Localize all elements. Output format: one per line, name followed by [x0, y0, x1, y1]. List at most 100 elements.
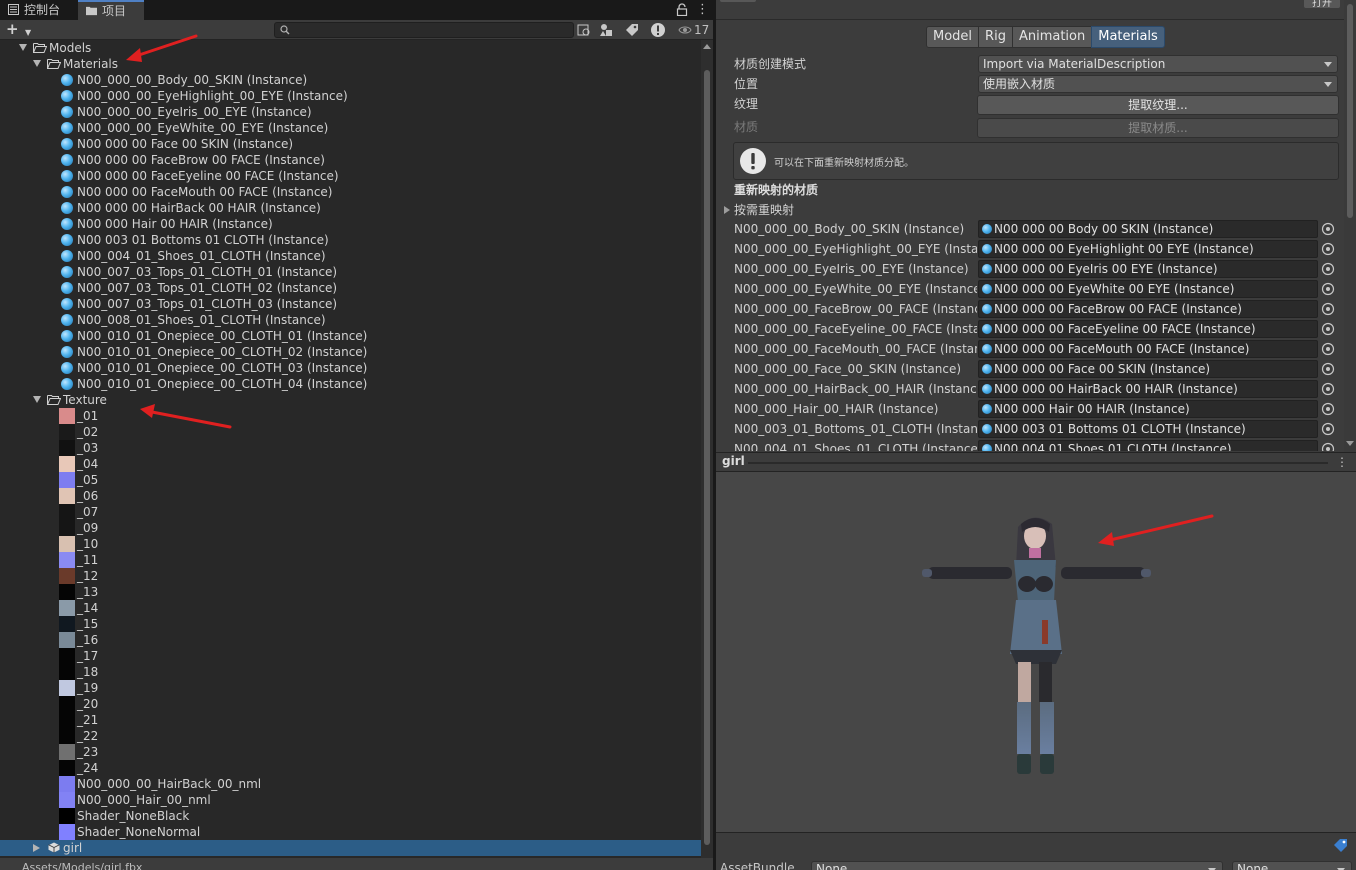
- tree-material-item[interactable]: N00 000 00 FaceEyeline 00 FACE (Instance…: [0, 168, 701, 184]
- object-picker-icon[interactable]: [1320, 261, 1336, 277]
- object-picker-icon[interactable]: [1320, 241, 1336, 257]
- object-picker-icon[interactable]: [1320, 421, 1336, 437]
- tree-texture-item[interactable]: _17: [0, 648, 701, 664]
- tree-material-item[interactable]: N00_007_03_Tops_01_CLOTH_01 (Instance): [0, 264, 701, 280]
- tree-texture-item[interactable]: _19: [0, 680, 701, 696]
- tree-texture-item[interactable]: _04: [0, 456, 701, 472]
- tree-texture-item[interactable]: _20: [0, 696, 701, 712]
- object-picker-icon[interactable]: [1320, 361, 1336, 377]
- tree-material-item[interactable]: N00 000 00 FaceBrow 00 FACE (Instance): [0, 152, 701, 168]
- material-object-field[interactable]: N00 000 00 EyeWhite 00 EYE (Instance): [978, 280, 1318, 298]
- chevron-down-icon[interactable]: [19, 44, 27, 51]
- label-tag-icon[interactable]: [1332, 837, 1350, 853]
- tree-folder-materials[interactable]: Materials: [0, 56, 701, 72]
- tree-texture-item[interactable]: _07: [0, 504, 701, 520]
- material-object-field[interactable]: N00 000 00 FaceMouth 00 FACE (Instance): [978, 340, 1318, 358]
- tree-material-item[interactable]: N00_000_00_EyeIris_00_EYE (Instance): [0, 104, 701, 120]
- open-button[interactable]: 打开: [1304, 0, 1340, 9]
- tree-texture-item[interactable]: _23: [0, 744, 701, 760]
- material-object-field[interactable]: N00 000 00 HairBack 00 HAIR (Instance): [978, 380, 1318, 398]
- object-picker-icon[interactable]: [1320, 281, 1336, 297]
- tree-material-item[interactable]: N00_010_01_Onepiece_00_CLOTH_03 (Instanc…: [0, 360, 701, 376]
- scroll-up-icon[interactable]: [703, 44, 711, 49]
- object-picker-icon[interactable]: [1320, 321, 1336, 337]
- tab-animation[interactable]: Animation: [1011, 26, 1093, 48]
- extract-textures-button[interactable]: 提取纹理...: [977, 95, 1339, 115]
- object-picker-icon[interactable]: [1320, 221, 1336, 237]
- header-button-stub[interactable]: [720, 0, 756, 2]
- tree-material-item[interactable]: N00_010_01_Onepiece_00_CLOTH_02 (Instanc…: [0, 344, 701, 360]
- chevron-right-icon[interactable]: [33, 844, 40, 852]
- tree-texture-item[interactable]: _21: [0, 712, 701, 728]
- location-dropdown[interactable]: 使用嵌入材质: [978, 75, 1338, 93]
- tab-model[interactable]: Model: [926, 26, 980, 48]
- chevron-down-icon[interactable]: [33, 396, 41, 403]
- inspector-scrollbar[interactable]: [1344, 0, 1356, 452]
- scrollbar-thumb[interactable]: [704, 70, 710, 845]
- material-object-field[interactable]: N00 000 00 FaceEyeline 00 FACE (Instance…: [978, 320, 1318, 338]
- material-creation-mode-dropdown[interactable]: Import via MaterialDescription: [978, 55, 1338, 73]
- tree-texture-item[interactable]: _03: [0, 440, 701, 456]
- tree-material-item[interactable]: N00 000 Hair 00 HAIR (Instance): [0, 216, 701, 232]
- material-object-field[interactable]: N00 000 00 FaceBrow 00 FACE (Instance): [978, 300, 1318, 318]
- lock-icon[interactable]: [676, 3, 688, 16]
- tree-material-item[interactable]: N00_000_00_Body_00_SKIN (Instance): [0, 72, 701, 88]
- tree-texture-item[interactable]: _05: [0, 472, 701, 488]
- tree-material-item[interactable]: N00 000 00 Face 00 SKIN (Instance): [0, 136, 701, 152]
- tree-material-item[interactable]: N00_000_00_EyeHighlight_00_EYE (Instance…: [0, 88, 701, 104]
- tree-texture-item[interactable]: _22: [0, 728, 701, 744]
- project-scrollbar[interactable]: [701, 40, 713, 858]
- material-object-field[interactable]: N00 004 01 Shoes 01 CLOTH (Instance): [978, 440, 1318, 451]
- object-picker-icon[interactable]: [1320, 401, 1336, 417]
- search-input[interactable]: [274, 22, 574, 38]
- filter-by-label-icon[interactable]: [624, 22, 640, 38]
- tree-texture-item[interactable]: N00_000_Hair_00_nml: [0, 792, 701, 808]
- tab-rig[interactable]: Rig: [978, 26, 1013, 48]
- object-picker-icon[interactable]: [1320, 341, 1336, 357]
- object-picker-icon[interactable]: [1320, 441, 1336, 451]
- resize-handle[interactable]: [748, 462, 1328, 464]
- tree-texture-item[interactable]: _09: [0, 520, 701, 536]
- more-options-icon[interactable]: ⋮: [696, 2, 709, 18]
- warning-filter-icon[interactable]: [650, 22, 666, 38]
- tree-model-girl[interactable]: girl: [0, 840, 701, 856]
- tree-material-item[interactable]: N00_007_03_Tops_01_CLOTH_03 (Instance): [0, 296, 701, 312]
- material-object-field[interactable]: N00 000 00 Body 00 SKIN (Instance): [978, 220, 1318, 238]
- tree-folder-models[interactable]: Models: [0, 40, 701, 56]
- chevron-down-icon[interactable]: [33, 60, 41, 67]
- tree-folder-texture[interactable]: Texture: [0, 392, 701, 408]
- material-object-field[interactable]: N00 000 Hair 00 HAIR (Instance): [978, 400, 1318, 418]
- asset-bundle-variant-dropdown[interactable]: None: [1232, 861, 1352, 870]
- tree-material-item[interactable]: N00_004_01_Shoes_01_CLOTH (Instance): [0, 248, 701, 264]
- tree-material-item[interactable]: N00 000 00 HairBack 00 HAIR (Instance): [0, 200, 701, 216]
- create-button[interactable]: + ▼: [6, 22, 34, 38]
- tree-texture-item[interactable]: Shader_NoneNormal: [0, 824, 701, 840]
- tree-texture-item[interactable]: _11: [0, 552, 701, 568]
- material-object-field[interactable]: N00 000 00 Face 00 SKIN (Instance): [978, 360, 1318, 378]
- tree-texture-item[interactable]: _10: [0, 536, 701, 552]
- object-picker-icon[interactable]: [1320, 301, 1336, 317]
- tree-material-item[interactable]: N00 003 01 Bottoms 01 CLOTH (Instance): [0, 232, 701, 248]
- material-object-field[interactable]: N00 003 01 Bottoms 01 CLOTH (Instance): [978, 420, 1318, 438]
- extract-materials-button[interactable]: 提取材质...: [977, 118, 1339, 138]
- tree-texture-item[interactable]: _02: [0, 424, 701, 440]
- tree-texture-item[interactable]: _18: [0, 664, 701, 680]
- tree-texture-item[interactable]: _12: [0, 568, 701, 584]
- tree-texture-item[interactable]: Shader_NoneBlack: [0, 808, 701, 824]
- tree-texture-item[interactable]: _13: [0, 584, 701, 600]
- material-object-field[interactable]: N00 000 00 EyeHighlight 00 EYE (Instance…: [978, 240, 1318, 258]
- tree-texture-item[interactable]: N00_000_00_HairBack_00_nml: [0, 776, 701, 792]
- tab-console[interactable]: 控制台: [0, 0, 74, 20]
- tree-texture-item[interactable]: _06: [0, 488, 701, 504]
- tree-material-item[interactable]: N00_010_01_Onepiece_00_CLOTH_04 (Instanc…: [0, 376, 701, 392]
- tree-texture-item[interactable]: _15: [0, 616, 701, 632]
- tree-texture-item[interactable]: _14: [0, 600, 701, 616]
- tree-texture-item[interactable]: _24: [0, 760, 701, 776]
- preview-menu-icon[interactable]: ⋮: [1336, 455, 1348, 469]
- tree-material-item[interactable]: N00 000 00 FaceMouth 00 FACE (Instance): [0, 184, 701, 200]
- model-preview[interactable]: [716, 472, 1356, 832]
- on-demand-remap-foldout[interactable]: 按需重映射: [722, 201, 794, 219]
- preview-header[interactable]: girl ⋮: [716, 452, 1356, 472]
- tree-material-item[interactable]: N00_000_00_EyeWhite_00_EYE (Instance): [0, 120, 701, 136]
- tree-material-item[interactable]: N00_007_03_Tops_01_CLOTH_02 (Instance): [0, 280, 701, 296]
